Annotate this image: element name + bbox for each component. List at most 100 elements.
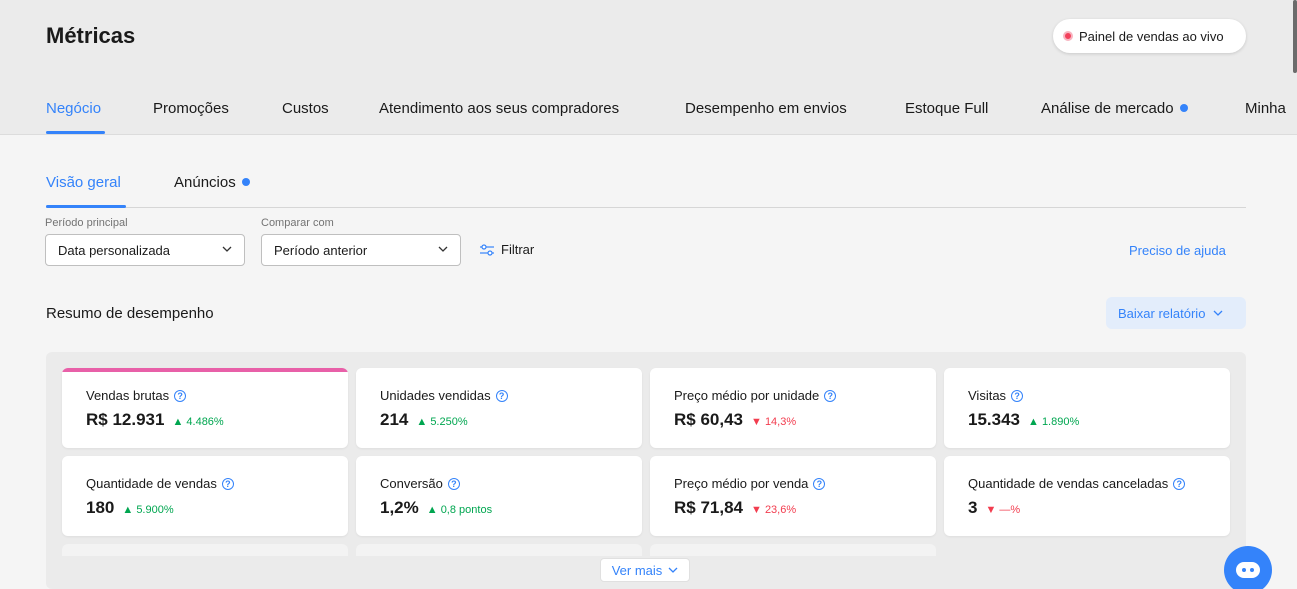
chevron-down-icon <box>222 246 232 252</box>
main-tabs: Negócio Promoções Custos Atendimento aos… <box>0 90 1297 135</box>
metric-value: R$ 71,84 ▼ 23,6% <box>674 498 796 518</box>
subtab-visao-geral[interactable]: Visão geral <box>46 174 121 191</box>
chevron-down-icon <box>668 567 678 573</box>
metric-delta: ▼ 14,3% <box>751 416 797 428</box>
new-indicator-icon <box>1179 104 1188 113</box>
metrics-cards-area: Vendas brutas? R$ 12.931 ▲ 4.486% Unidade… <box>46 352 1246 589</box>
metric-card-gross-sales[interactable]: Vendas brutas? R$ 12.931 ▲ 4.486% <box>62 368 348 448</box>
metric-label-text: Visitas <box>968 388 1007 403</box>
metric-value-text: R$ 12.931 <box>86 410 165 429</box>
help-icon[interactable]: ? <box>447 477 460 490</box>
subtabs-divider <box>46 207 1246 208</box>
metric-value: 15.343 ▲ 1.890% <box>968 410 1079 430</box>
metric-card-units-sold[interactable]: Unidades vendidas? 214 ▲ 5.250% <box>356 368 642 448</box>
help-icon[interactable]: ? <box>495 389 508 402</box>
tab-analise-mercado-label: Análise de mercado <box>1041 100 1174 117</box>
metric-label-text: Conversão <box>380 476 443 491</box>
period-label: Período principal <box>45 217 128 229</box>
metric-label: Conversão? <box>380 476 460 491</box>
metric-label-text: Unidades vendidas <box>380 388 491 403</box>
metric-value-text: 214 <box>380 410 409 429</box>
help-icon[interactable]: ? <box>1173 477 1186 490</box>
metric-value-text: 15.343 <box>968 410 1020 429</box>
metric-card-avg-price-sale[interactable]: Preço médio por venda? R$ 71,84 ▼ 23,6% <box>650 456 936 536</box>
metric-delta: ▲ 5.900% <box>122 504 174 516</box>
metric-label: Vendas brutas? <box>86 388 187 403</box>
metric-delta: ▲ 1.890% <box>1028 416 1080 428</box>
filter-button[interactable]: Filtrar <box>479 242 534 257</box>
new-indicator-icon <box>241 178 250 187</box>
metric-delta: ▼ —% <box>985 504 1021 516</box>
metric-delta: ▲ 0,8 pontos <box>426 504 493 516</box>
metric-value: R$ 60,43 ▼ 14,3% <box>674 410 796 430</box>
help-icon[interactable]: ? <box>1011 389 1024 402</box>
metric-card-sales-count[interactable]: Quantidade de vendas? 180 ▲ 5.900% <box>62 456 348 536</box>
page-title: Métricas <box>46 23 136 48</box>
download-report-button[interactable]: Baixar relatório <box>1106 297 1246 329</box>
tab-analise-mercado[interactable]: Análise de mercado <box>1041 100 1188 117</box>
compare-label: Comparar com <box>261 217 334 229</box>
chat-bot-icon <box>1236 562 1260 578</box>
metric-card-cancelled-sales[interactable]: Quantidade de vendas canceladas? 3 ▼ —% <box>944 456 1230 536</box>
metric-label-text: Vendas brutas <box>86 388 170 403</box>
help-link[interactable]: Preciso de ajuda <box>1129 243 1226 258</box>
tab-atendimento[interactable]: Atendimento aos seus compradores <box>379 100 619 117</box>
chevron-down-icon <box>438 246 448 252</box>
metric-label-text: Preço médio por unidade <box>674 388 820 403</box>
subtab-anuncios-label: Anúncios <box>174 174 236 191</box>
tab-minha[interactable]: Minha <box>1245 100 1286 117</box>
metric-value-text: 1,2% <box>380 498 419 517</box>
active-tab-indicator <box>46 131 105 134</box>
metric-delta: ▲ 4.486% <box>172 416 224 428</box>
filter-sliders-icon <box>480 243 494 256</box>
metric-value: 180 ▲ 5.900% <box>86 498 174 518</box>
metric-value-text: 3 <box>968 498 978 517</box>
metric-value: 214 ▲ 5.250% <box>380 410 468 430</box>
metric-value-text: R$ 60,43 <box>674 410 743 429</box>
metric-card-collapsed <box>650 544 936 556</box>
metric-card-visits[interactable]: Visitas? 15.343 ▲ 1.890% <box>944 368 1230 448</box>
metric-value: R$ 12.931 ▲ 4.486% <box>86 410 224 430</box>
tab-desempenho-envios[interactable]: Desempenho em envios <box>685 100 847 117</box>
metric-card-avg-price-unit[interactable]: Preço médio por unidade? R$ 60,43 ▼ 14,3% <box>650 368 936 448</box>
metric-label: Quantidade de vendas canceladas? <box>968 476 1186 491</box>
metric-card-collapsed <box>356 544 642 556</box>
live-dot-icon <box>1063 31 1073 41</box>
see-more-label: Ver mais <box>611 562 663 578</box>
metric-delta: ▼ 23,6% <box>751 504 797 516</box>
summary-title: Resumo de desempenho <box>46 305 214 322</box>
compare-select-value: Período anterior <box>274 243 368 258</box>
metric-label: Visitas? <box>968 388 1024 403</box>
metric-label: Unidades vendidas? <box>380 388 508 403</box>
period-select-value: Data personalizada <box>58 243 171 258</box>
help-icon[interactable]: ? <box>813 477 826 490</box>
metric-label-text: Preço médio por venda <box>674 476 809 491</box>
metric-delta: ▲ 5.250% <box>416 416 468 428</box>
chat-assistant-button[interactable] <box>1224 546 1272 589</box>
subtab-anuncios[interactable]: Anúncios <box>174 174 250 191</box>
metric-label: Quantidade de vendas? <box>86 476 234 491</box>
metric-card-conversion[interactable]: Conversão? 1,2% ▲ 0,8 pontos <box>356 456 642 536</box>
chevron-down-icon <box>1213 310 1223 316</box>
scrollbar[interactable] <box>1293 0 1297 73</box>
compare-select[interactable]: Período anterior <box>261 234 461 266</box>
tab-estoque-full[interactable]: Estoque Full <box>905 100 988 117</box>
metric-value: 1,2% ▲ 0,8 pontos <box>380 498 492 518</box>
help-icon[interactable]: ? <box>174 389 187 402</box>
live-sales-panel-label: Painel de vendas ao vivo <box>1079 28 1224 44</box>
tab-negocio[interactable]: Negócio <box>46 100 101 117</box>
metric-value-text: 180 <box>86 498 115 517</box>
help-icon[interactable]: ? <box>221 477 234 490</box>
tab-promocoes[interactable]: Promoções <box>153 100 229 117</box>
see-more-button[interactable]: Ver mais <box>600 558 690 582</box>
filter-button-label: Filtrar <box>501 242 535 257</box>
metric-card-collapsed <box>62 544 348 556</box>
help-icon[interactable]: ? <box>824 389 837 402</box>
period-select[interactable]: Data personalizada <box>45 234 245 266</box>
tab-custos[interactable]: Custos <box>282 100 329 117</box>
metric-label: Preço médio por venda? <box>674 476 826 491</box>
metric-label: Preço médio por unidade? <box>674 388 837 403</box>
metric-value: 3 ▼ —% <box>968 498 1020 518</box>
metric-value-text: R$ 71,84 <box>674 498 743 517</box>
live-sales-panel-button[interactable]: Painel de vendas ao vivo <box>1053 19 1246 53</box>
